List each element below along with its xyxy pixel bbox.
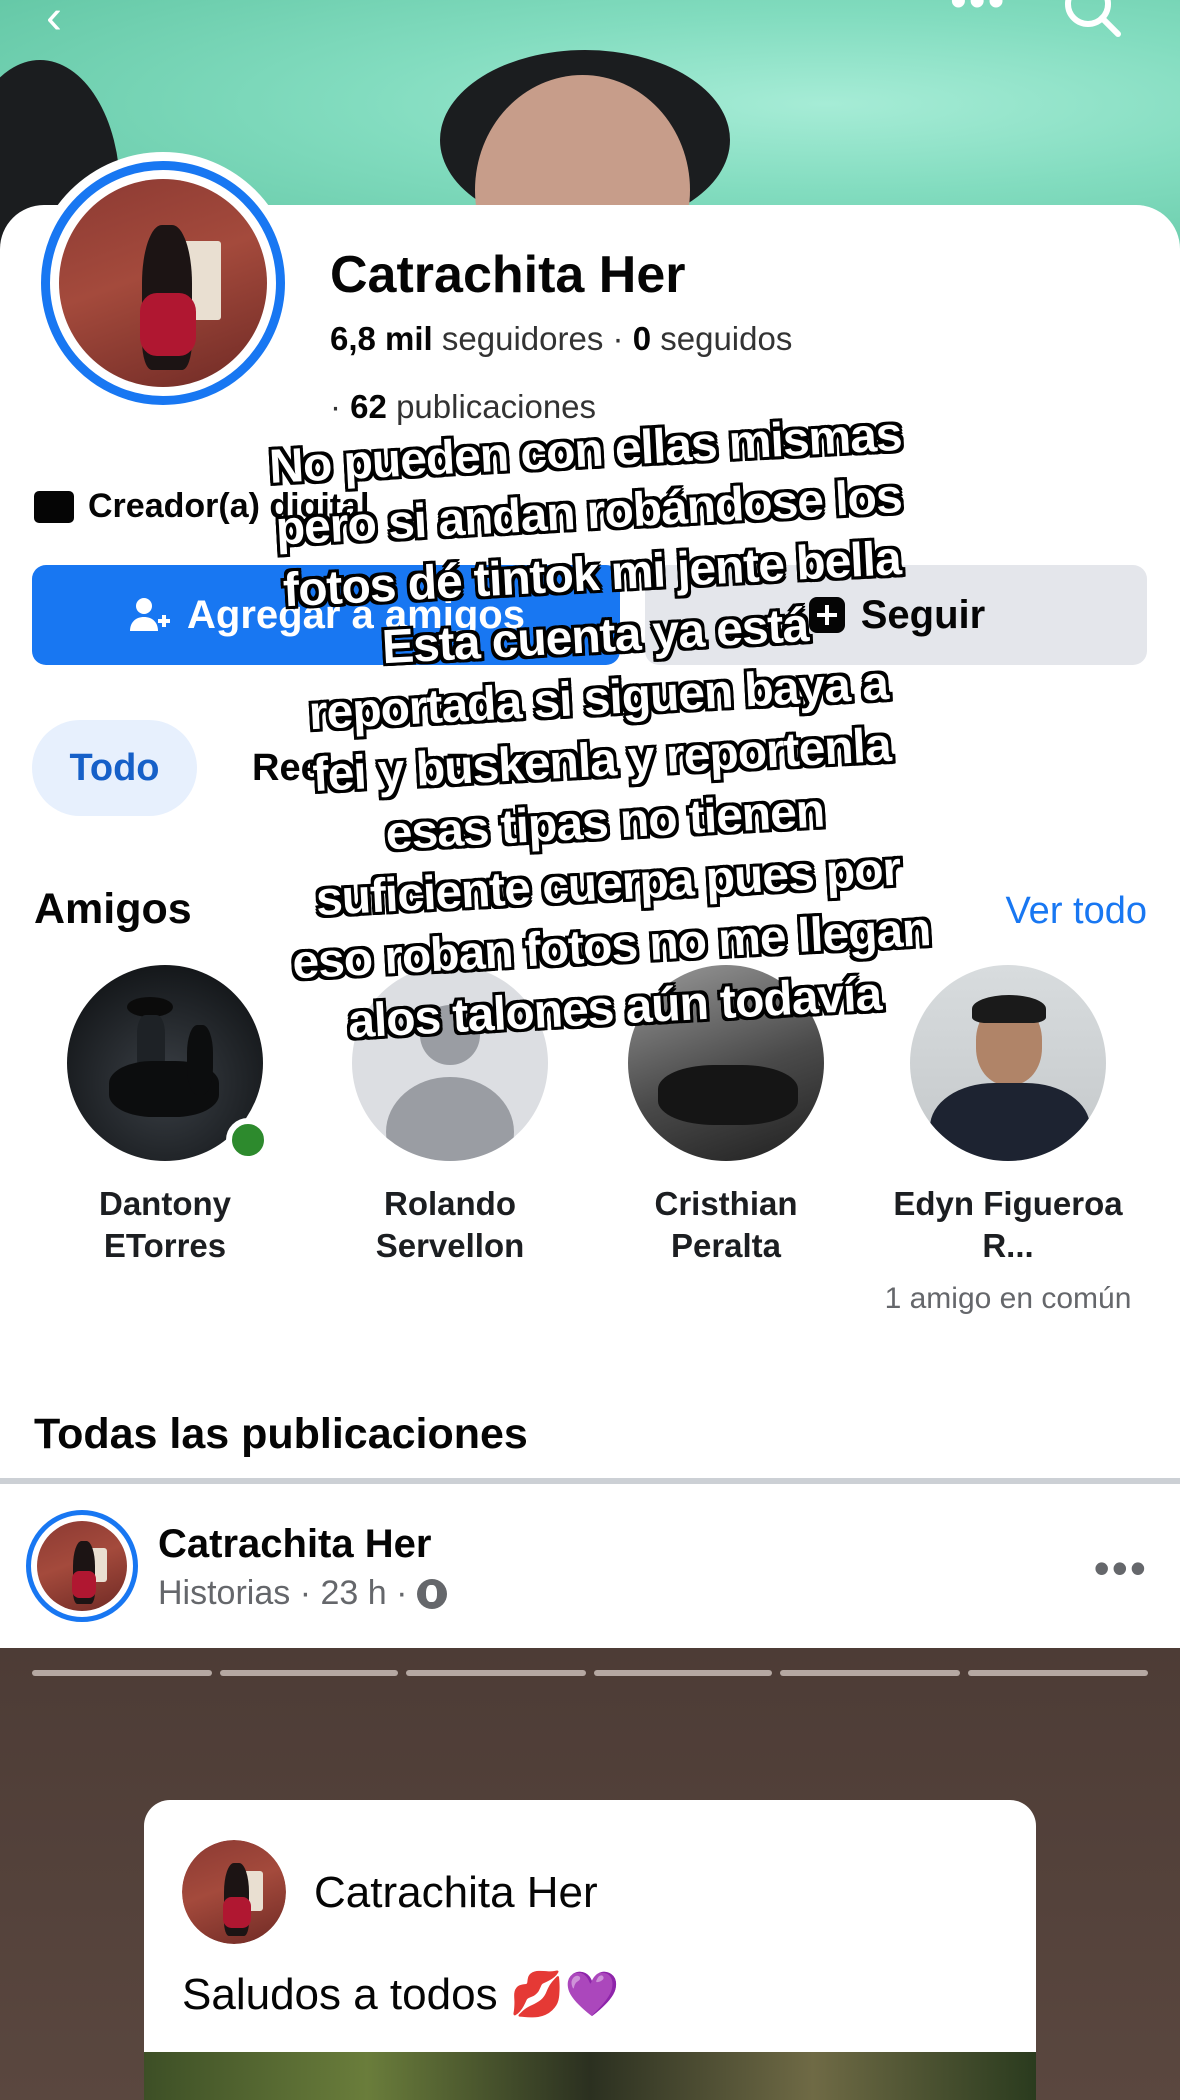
post-meta-text: Historias · 23 h ·	[158, 1574, 408, 1612]
friend-name: Rolando Servellon	[375, 1185, 525, 1264]
online-status-dot	[226, 1118, 270, 1162]
friends-heading: Amigos	[34, 885, 192, 933]
profile-posts-stat: · 62 publicaciones	[330, 388, 597, 425]
story-progress-segment	[406, 1670, 586, 1676]
search-icon[interactable]	[1062, 0, 1122, 38]
followers-count: 6,8 mil	[330, 320, 433, 357]
tab-todo[interactable]: Todo	[32, 720, 197, 816]
story-progress-segment	[220, 1670, 398, 1676]
story-post-text: Saludos a todos 💋💜	[182, 1970, 620, 2019]
story-post-photo	[144, 2052, 1036, 2100]
profile-follow-stats[interactable]: 6,8 mil seguidores · 0 seguidos	[330, 320, 792, 358]
story-progress-segment	[594, 1670, 772, 1676]
profile-name: Catrachita Her	[330, 246, 686, 304]
post-author-avatar[interactable]	[26, 1510, 138, 1622]
following-label: seguidos	[660, 320, 793, 357]
friend-name: Edyn Figueroa R...	[893, 1185, 1123, 1264]
all-posts-heading: Todas las publicaciones	[34, 1410, 528, 1458]
story-author-avatar	[182, 1840, 286, 1944]
story-progress-segment	[968, 1670, 1148, 1676]
story-shared-post-card[interactable]: Catrachita Her Saludos a todos 💋💜	[144, 1800, 1036, 2100]
posts-count: 62	[350, 388, 387, 425]
mutual-friends: 1 amigo en común	[884, 1282, 1132, 1315]
following-count: 0	[632, 320, 652, 357]
add-person-icon	[130, 598, 171, 631]
followers-label: seguidores	[441, 320, 604, 357]
post-meta: Historias · 23 h ·	[158, 1574, 448, 1613]
story-progress-segment	[32, 1670, 212, 1676]
friend-name: Cristhian Peralta	[654, 1185, 798, 1264]
clapperboard-icon	[34, 490, 74, 523]
more-dots-icon[interactable]: •••	[950, 0, 1006, 26]
story-progress-segment	[780, 1670, 960, 1676]
story-author-name: Catrachita Her	[314, 1868, 598, 1917]
divider	[0, 1478, 1180, 1484]
profile-avatar[interactable]	[32, 152, 294, 414]
back-icon[interactable]: ‹	[46, 0, 62, 42]
friend-name: Dantony ETorres	[99, 1185, 231, 1264]
globe-icon	[417, 1578, 448, 1609]
overlay-caption: No pueden con ellas mismas pero si andan…	[164, 398, 1035, 1061]
post-more-options-icon[interactable]: •••	[1094, 1545, 1148, 1591]
post-author-name[interactable]: Catrachita Her	[158, 1522, 431, 1567]
posts-label: publicaciones	[396, 388, 597, 425]
